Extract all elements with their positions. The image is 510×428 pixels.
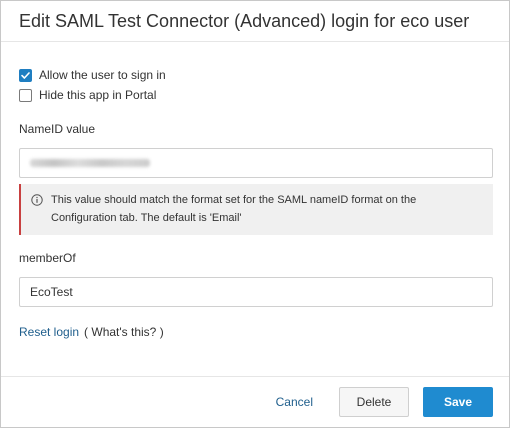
allow-sign-in-checkbox[interactable] <box>19 68 32 82</box>
memberof-value: EcoTest <box>30 285 73 299</box>
dialog-footer: Cancel Delete Save <box>1 376 509 427</box>
dialog-title: Edit SAML Test Connector (Advanced) logi… <box>19 10 470 31</box>
memberof-label: memberOf <box>19 251 76 265</box>
memberof-input[interactable]: EcoTest <box>19 277 493 307</box>
allow-sign-in-option[interactable]: Allow the user to sign in <box>19 68 491 82</box>
delete-button[interactable]: Delete <box>339 387 409 417</box>
nameid-info-text: This value should match the format set f… <box>51 194 417 224</box>
obscured-nameid-value <box>30 159 150 167</box>
dialog-body: Allow the user to sign in Hide this app … <box>1 68 509 339</box>
edit-login-dialog: Edit SAML Test Connector (Advanced) logi… <box>0 0 510 428</box>
reset-login-row: Reset login ( What's this? ) <box>19 325 491 339</box>
checkmark-icon <box>21 71 30 79</box>
save-button[interactable]: Save <box>423 387 493 417</box>
nameid-label: NameID value <box>19 122 96 136</box>
allow-sign-in-label: Allow the user to sign in <box>39 68 166 82</box>
nameid-input[interactable] <box>19 148 493 178</box>
dialog-header: Edit SAML Test Connector (Advanced) logi… <box>1 1 509 42</box>
info-icon <box>31 194 43 206</box>
whats-this-link[interactable]: ( What's this? ) <box>84 325 164 339</box>
reset-login-link[interactable]: Reset login <box>19 325 79 339</box>
hide-in-portal-checkbox[interactable] <box>19 88 32 102</box>
hide-in-portal-option[interactable]: Hide this app in Portal <box>19 88 491 102</box>
hide-in-portal-label: Hide this app in Portal <box>39 88 157 102</box>
cancel-button[interactable]: Cancel <box>276 395 313 409</box>
nameid-info-box: This value should match the format set f… <box>19 184 493 235</box>
